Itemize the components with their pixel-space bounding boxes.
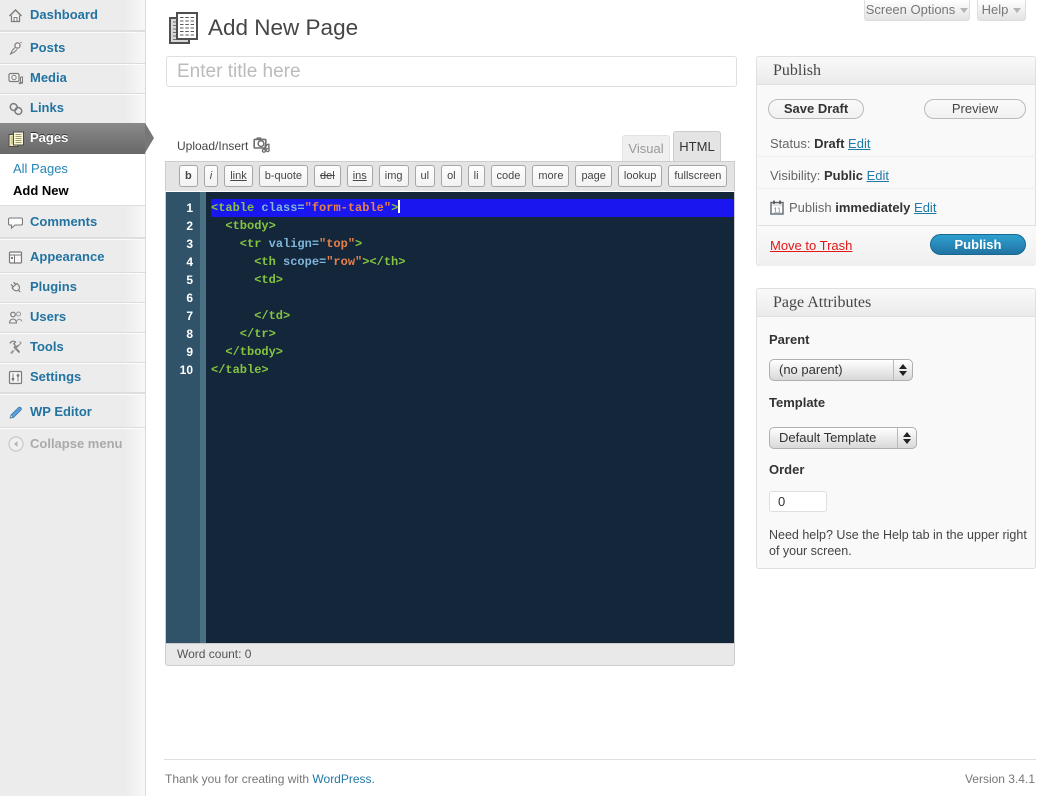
- svg-text:11: 11: [773, 205, 781, 214]
